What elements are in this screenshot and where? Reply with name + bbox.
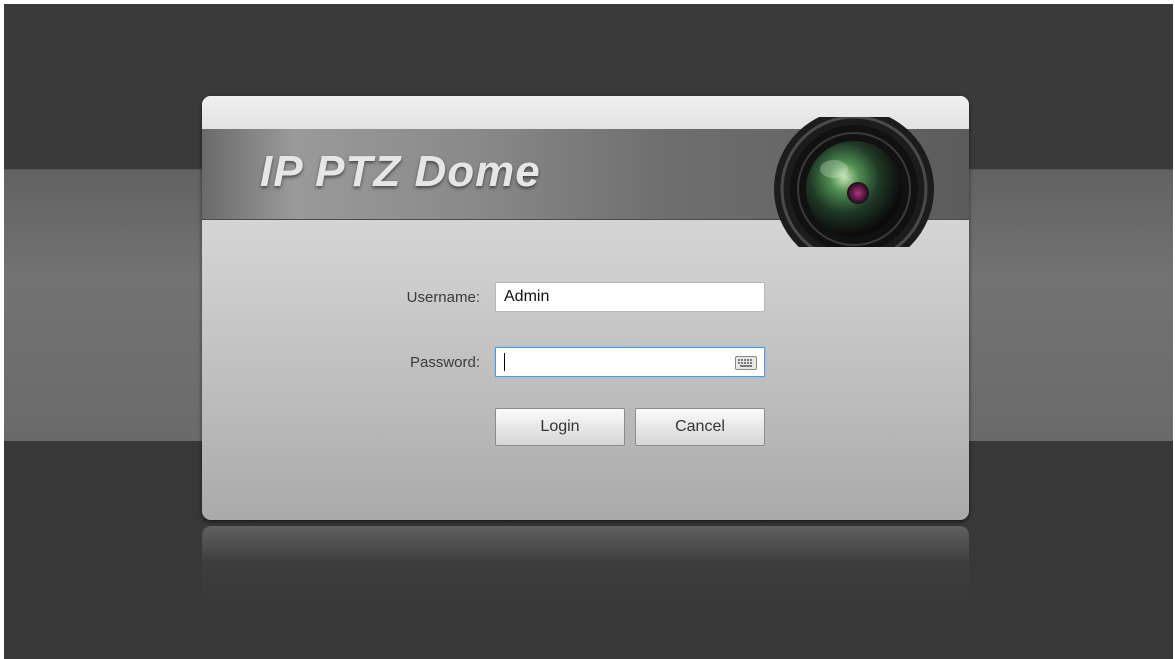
username-input[interactable]: Admin — [495, 282, 765, 312]
username-value: Admin — [504, 288, 550, 305]
panel-reflection — [202, 526, 969, 606]
username-label: Username: — [406, 289, 480, 306]
keyboard-icon[interactable] — [735, 356, 757, 370]
password-input[interactable] — [495, 347, 765, 377]
login-page: IP PTZ Dome Username: Admin Password: Lo… — [4, 4, 1173, 659]
login-panel: IP PTZ Dome Username: Admin Password: Lo… — [202, 96, 969, 520]
cancel-button[interactable]: Cancel — [635, 408, 765, 446]
password-label: Password: — [409, 354, 480, 371]
login-button[interactable]: Login — [495, 408, 625, 446]
text-caret — [504, 352, 505, 371]
login-form: Username: Admin Password: Login Cancel — [202, 96, 969, 520]
